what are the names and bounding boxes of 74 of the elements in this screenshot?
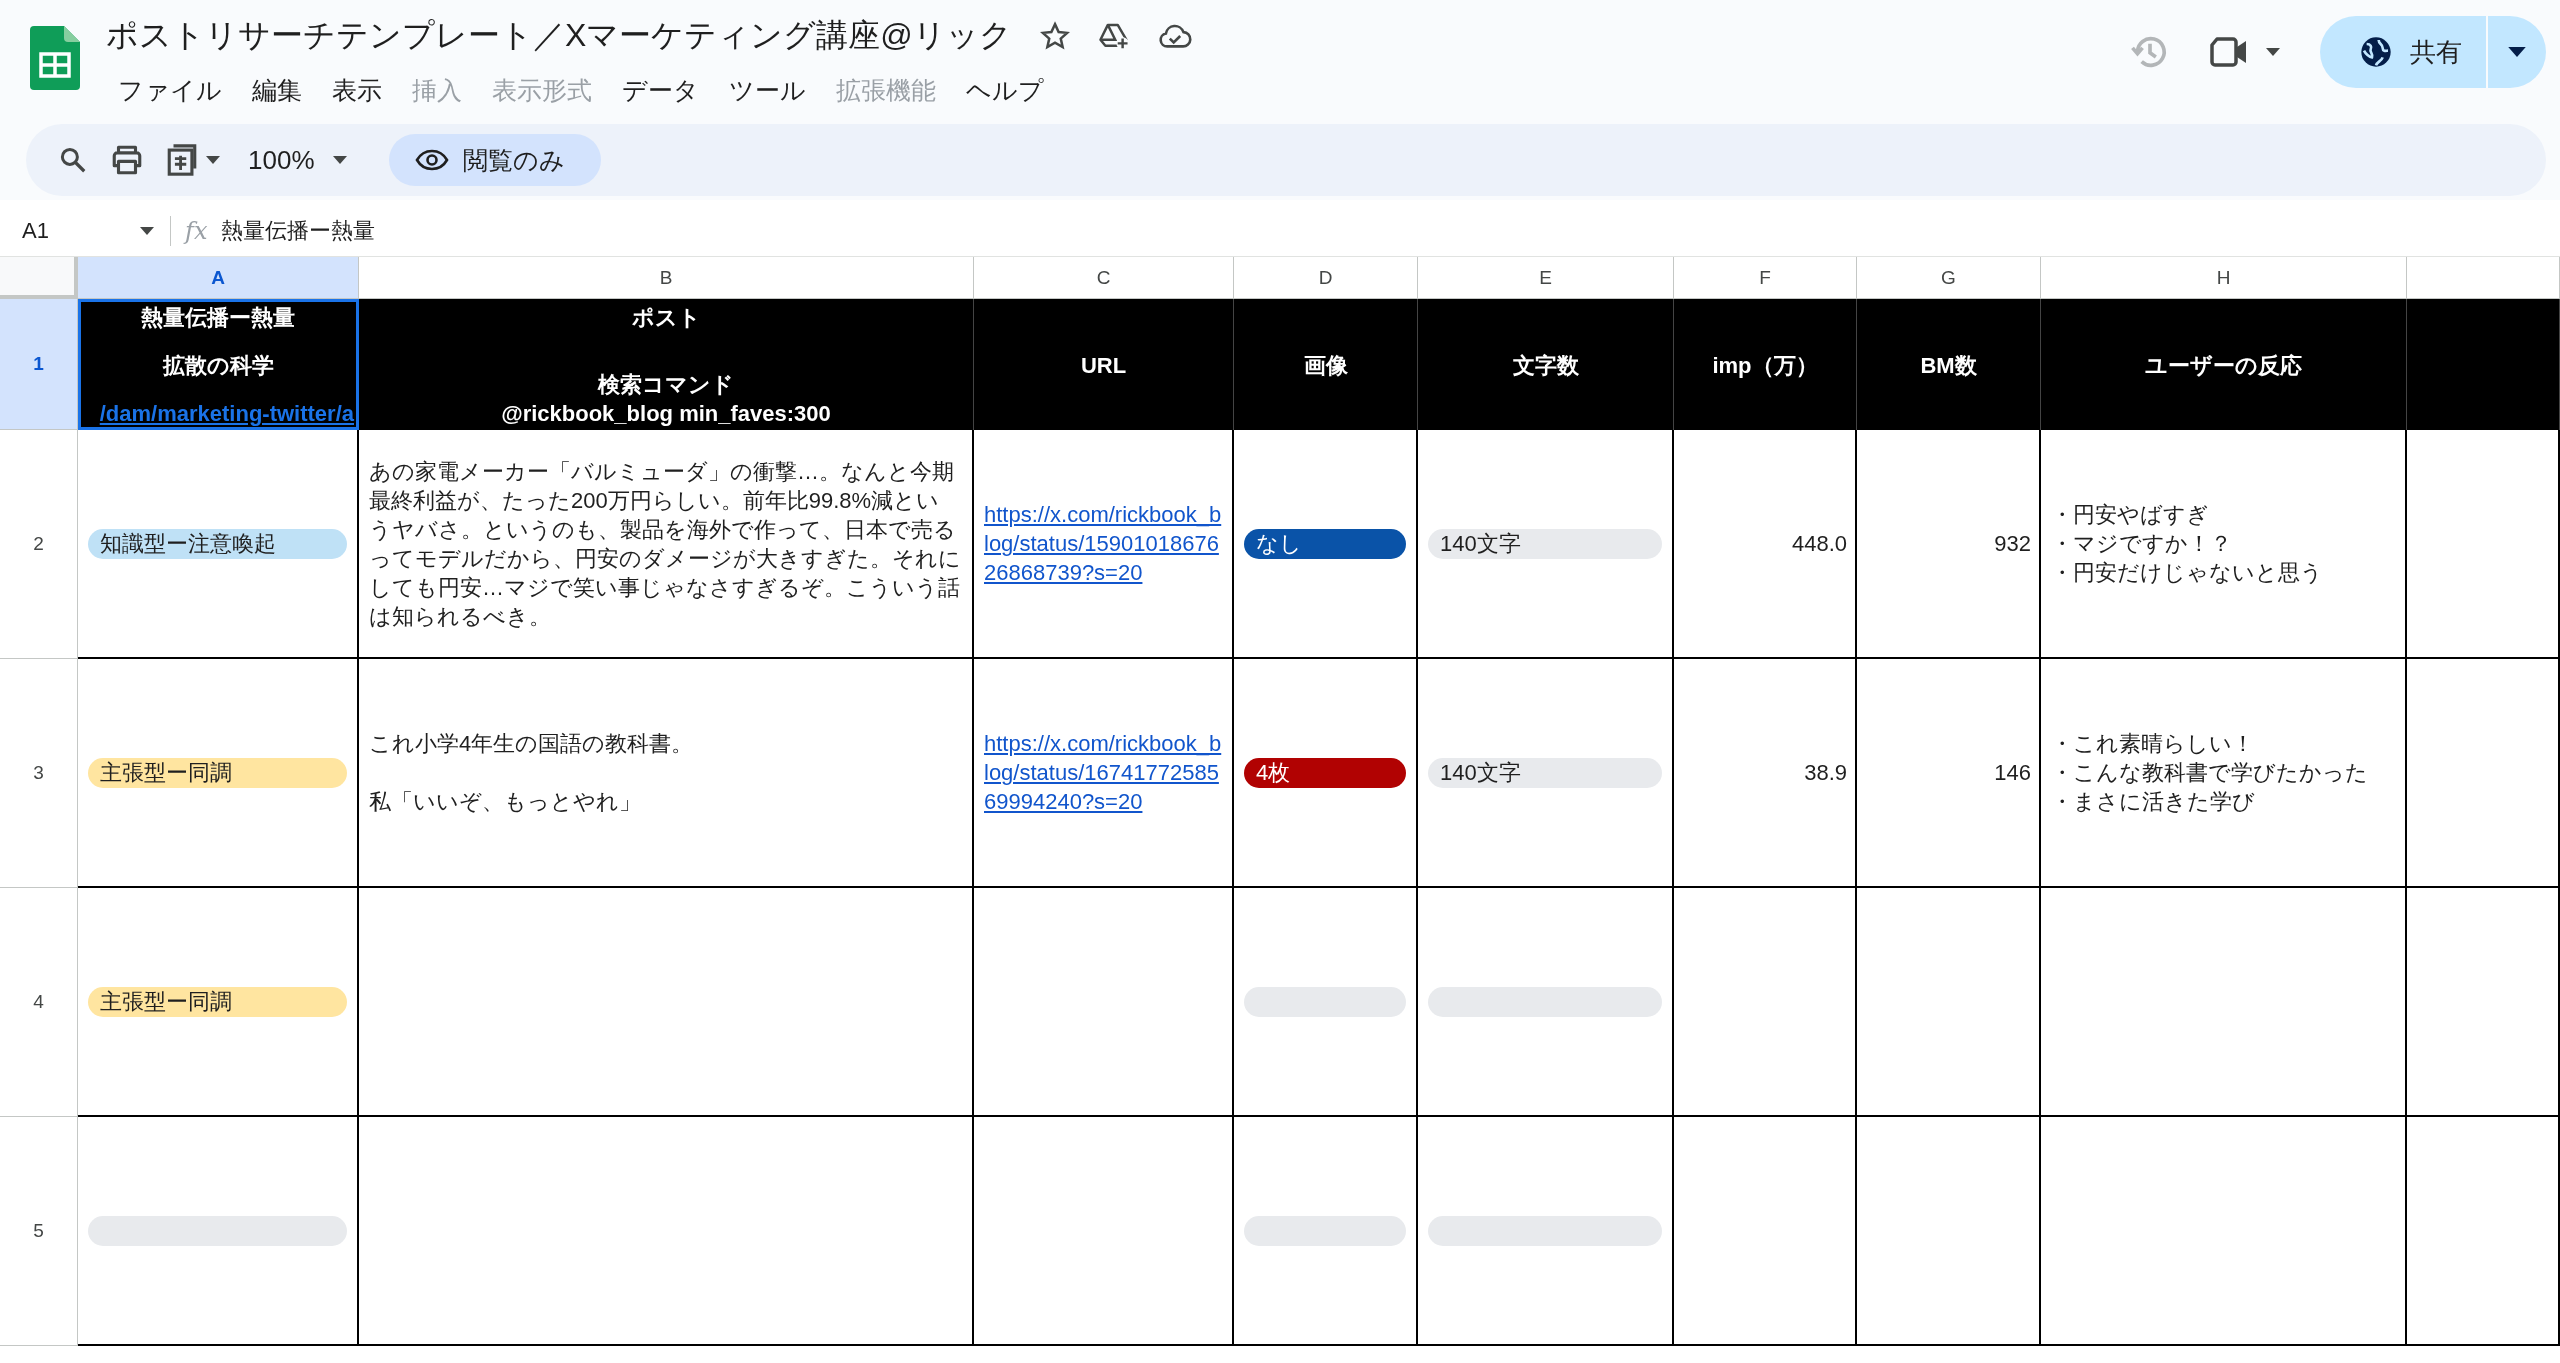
column-header[interactable]: D <box>1234 257 1418 299</box>
caret-icon[interactable] <box>206 156 220 164</box>
print-layout-icon[interactable] <box>166 143 198 177</box>
reaction-item: ・こんな教科書で学びたかった <box>2051 759 2368 787</box>
column-header[interactable]: E <box>1418 257 1674 299</box>
header-text: BM数 <box>1919 352 1978 380</box>
header-text: ユーザーの反応 <box>2144 352 2303 380</box>
column-header[interactable]: H <box>2041 257 2407 299</box>
category-tag[interactable]: 知識型ー注意喚起 <box>88 528 347 559</box>
eye-icon <box>414 149 449 171</box>
header-text: URL <box>1079 352 1128 380</box>
impressions-value: 38.9 <box>1804 759 1847 787</box>
reaction-item: ・円安だけじゃないと思う <box>2051 559 2323 587</box>
column-header[interactable]: B <box>359 257 974 299</box>
header-text: @rickbook_blog min_faves:300 <box>500 400 832 428</box>
reaction-item: ・これ素晴らしい！ <box>2051 730 2255 758</box>
category-tag[interactable]: 主張型ー同調 <box>88 986 347 1017</box>
caret-icon[interactable] <box>2266 48 2280 56</box>
caret-icon[interactable] <box>140 227 154 235</box>
globe-icon <box>2360 36 2392 68</box>
reaction-item: ・マジですか！？ <box>2051 530 2233 558</box>
header-text: 画像 <box>1302 352 1349 380</box>
length-tag[interactable]: 140文字 <box>1428 757 1662 788</box>
cell-reference[interactable]: A1 <box>22 218 49 244</box>
row-header[interactable]: 4 <box>0 888 78 1117</box>
function-label: fx <box>185 217 208 245</box>
column-header[interactable]: F <box>1674 257 1857 299</box>
column-header[interactable]: G <box>1857 257 2041 299</box>
caret-icon[interactable] <box>332 156 347 164</box>
impressions-value: 448.0 <box>1791 530 1847 558</box>
print-icon[interactable] <box>110 144 144 176</box>
reaction-item: ・円安やばすぎ <box>2051 501 2210 529</box>
formula-text[interactable]: 熱量伝播ー熱量 <box>221 216 376 246</box>
drive-add-icon[interactable] <box>1097 21 1130 51</box>
image-tag[interactable]: 4枚 <box>1244 757 1406 788</box>
row-header[interactable]: 3 <box>0 659 78 888</box>
menu-item[interactable]: ツール <box>717 70 818 111</box>
row-header[interactable]: 2 <box>0 430 78 659</box>
post-link[interactable]: https://x.com/rickbook_blog/status/1674177258569994240?s=20 <box>984 729 1222 816</box>
category-tag[interactable]: 主張型ー同調 <box>88 757 347 788</box>
sheets-logo-icon[interactable] <box>30 26 80 90</box>
menu-item[interactable]: 編集 <box>240 70 314 111</box>
image-tag[interactable]: なし <box>1244 528 1406 559</box>
row-header[interactable]: 5 <box>0 1117 78 1346</box>
post-link[interactable]: https://x.com/rickbook_blog/status/1590101867626868739?s=20 <box>984 500 1222 587</box>
bookmarks-value: 932 <box>1994 530 2031 558</box>
zoom-level[interactable]: 100% <box>248 144 315 176</box>
menu-item[interactable]: ヘルプ <box>954 70 1056 111</box>
header-text: 熱量伝播ー熱量 <box>140 304 296 332</box>
header-text: 検索コマンド <box>596 371 735 399</box>
bookmarks-value: 146 <box>1994 759 2031 787</box>
post-text: あの家電メーカー「バルミューダ」の衝撃…。なんと今期最終利益が、たった200万円らしい。前年比99.8%減というヤバさ。というのも、製品を海外で作って、日本で売るってモデルだから、円安のダメージが大きすぎた。それにしても円安…マジで笑い事じゃなさすぎるぞ。こういう話は知られるべき。 <box>369 457 962 631</box>
view-only-button[interactable]: 閲覧のみ <box>388 134 601 186</box>
row-header[interactable]: 1 <box>0 299 78 430</box>
post-text: 私「いいぞ、もっとやれ」 <box>369 788 642 816</box>
menu-item[interactable]: データ <box>610 70 711 111</box>
column-header[interactable]: C <box>974 257 1234 299</box>
header-text: imp（万） <box>1711 352 1819 380</box>
post-text: これ小学4年生の国語の教科書。 <box>369 730 694 758</box>
search-icon[interactable] <box>58 145 88 175</box>
menu-item[interactable]: 表示 <box>320 70 394 111</box>
header-text: 文字数 <box>1511 352 1580 380</box>
caret-icon <box>2508 47 2526 57</box>
document-title[interactable]: ポストリサーチテンプレート／Xマーケティング講座@リック <box>106 14 1012 58</box>
header-link[interactable]: /dam/marketing-twitter/a <box>99 399 354 428</box>
reaction-item: ・まさに活きた学び <box>2051 788 2256 816</box>
star-icon[interactable] <box>1039 21 1070 51</box>
header-text: ポスト <box>630 304 702 332</box>
column-header[interactable]: A <box>78 257 359 299</box>
menu-item[interactable]: ファイル <box>106 70 234 111</box>
length-tag[interactable]: 140文字 <box>1428 528 1662 559</box>
cloud-check-icon[interactable] <box>1157 23 1192 49</box>
video-camera-icon[interactable] <box>2210 37 2248 67</box>
header-text: 拡散の科学 <box>161 352 275 380</box>
